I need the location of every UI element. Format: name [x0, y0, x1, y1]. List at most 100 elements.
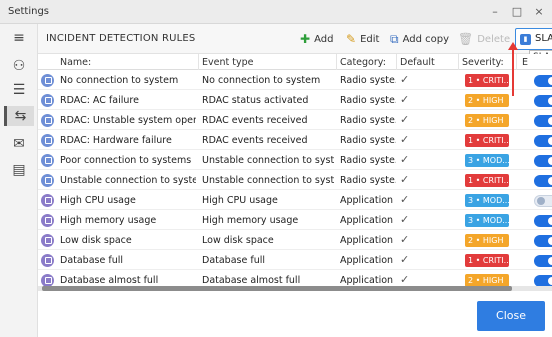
table-row[interactable]: High memory usage High memory usage Applic…	[38, 211, 552, 230]
col-severity-header[interactable]: Severity:	[462, 57, 504, 68]
sidebar: ≡ ⚇ ☰ ⇆ ✉ ▤	[0, 24, 38, 337]
event-type: Database almost full	[202, 275, 301, 286]
table-row[interactable]: Database full Database full Application ✓ 1 …	[38, 251, 552, 270]
default-check-icon: ✓	[400, 193, 410, 206]
rule-name: RDAC: Hardware failure	[60, 135, 172, 146]
delete-button[interactable]: 🗑 Delete	[458, 32, 510, 46]
event-type: High memory usage	[202, 215, 299, 226]
radio-system-icon	[41, 154, 54, 167]
table-row[interactable]: RDAC: AC failure RDAC status activated Rad…	[38, 91, 552, 110]
title-bar: Settings – □ ×	[0, 0, 552, 24]
table-row[interactable]: No connection to system No connection to …	[38, 71, 552, 90]
enabled-toggle[interactable]	[534, 215, 552, 227]
enabled-toggle[interactable]	[534, 135, 552, 147]
copy-icon: ⧉	[390, 32, 399, 46]
severity-badge: 2 • HIGH	[465, 114, 509, 127]
rule-name: Database full	[60, 255, 123, 266]
category: Radio syste...	[340, 135, 396, 146]
enabled-toggle[interactable]	[534, 155, 552, 167]
category: Radio syste...	[340, 175, 396, 186]
application-icon	[41, 214, 54, 227]
severity-badge: 1 • CRITI...	[465, 254, 509, 267]
category: Radio syste...	[340, 95, 396, 106]
table-row[interactable]: Poor connection to systems Unstable conne…	[38, 151, 552, 170]
col-event-header[interactable]: Event type	[202, 57, 253, 68]
enabled-toggle[interactable]	[534, 255, 552, 267]
enabled-toggle[interactable]	[534, 95, 552, 107]
table-row[interactable]: RDAC: Hardware failure RDAC events receiv…	[38, 131, 552, 150]
hierarchy-icon[interactable]: ⚇	[9, 56, 29, 76]
table-row[interactable]: Database almost full Database almost full…	[38, 271, 552, 286]
table-row[interactable]: Low disk space Low disk space Application ✓…	[38, 231, 552, 250]
severity-badge: 3 • MOD...	[465, 214, 509, 227]
default-check-icon: ✓	[400, 73, 410, 86]
comment-icon[interactable]: ▤	[9, 160, 29, 180]
rule-name: RDAC: AC failure	[60, 95, 139, 106]
list-icon[interactable]: ☰	[9, 80, 29, 100]
minimize-button[interactable]: –	[486, 3, 504, 21]
rule-name: RDAC: Unstable system operat	[60, 115, 196, 126]
toolbar: INCIDENT DETECTION RULES ✚ Add ✎ Edit ⧉ Add…	[38, 24, 552, 54]
category: Application	[340, 235, 394, 246]
event-type: Unstable connection to syst...	[202, 155, 334, 166]
rule-name: High CPU usage	[60, 195, 136, 206]
application-icon	[41, 254, 54, 267]
enabled-toggle[interactable]	[534, 115, 552, 127]
col-default-header[interactable]: Default	[400, 57, 435, 68]
col-name-header[interactable]: Name:	[60, 57, 91, 68]
scrollbar-thumb[interactable]	[42, 286, 512, 291]
enabled-toggle[interactable]	[534, 75, 552, 87]
sla-button[interactable]: ▮ SLA	[515, 28, 552, 50]
application-icon	[41, 274, 54, 286]
rule-name: Low disk space	[60, 235, 132, 246]
enabled-toggle[interactable]	[534, 275, 552, 286]
severity-badge: 2 • HIGH	[465, 94, 509, 107]
trash-icon: 🗑	[458, 32, 474, 46]
add-copy-button[interactable]: ⧉ Add copy	[390, 32, 449, 47]
edit-button[interactable]: ✎ Edit	[346, 32, 379, 46]
rules-table: Name: Event type Category: Default Sever…	[38, 54, 552, 286]
col-category-header[interactable]: Category:	[340, 57, 386, 68]
table-row[interactable]: RDAC: Unstable system operat RDAC events …	[38, 111, 552, 130]
menu-icon[interactable]: ≡	[9, 28, 29, 48]
enabled-toggle[interactable]	[534, 195, 552, 207]
event-type: RDAC events received	[202, 115, 308, 126]
close-button[interactable]: Close	[477, 301, 545, 331]
horizontal-scrollbar[interactable]	[38, 286, 552, 291]
mail-icon[interactable]: ✉	[9, 134, 29, 154]
radio-system-icon	[41, 134, 54, 147]
application-icon	[41, 234, 54, 247]
plus-icon: ✚	[300, 32, 311, 46]
page-title: INCIDENT DETECTION RULES	[46, 33, 196, 44]
rule-name: Unstable connection to systen	[60, 175, 196, 186]
category: Radio syste...	[340, 75, 396, 86]
event-type: RDAC status activated	[202, 95, 309, 106]
table-row[interactable]: Unstable connection to systen Unstable co…	[38, 171, 552, 190]
rule-name: No connection to system	[60, 75, 179, 86]
add-button[interactable]: ✚ Add	[300, 32, 333, 46]
category: Radio syste...	[340, 155, 396, 166]
default-check-icon: ✓	[400, 153, 410, 166]
rules-icon[interactable]: ⇆	[4, 106, 34, 126]
enabled-toggle[interactable]	[534, 235, 552, 247]
severity-badge: 3 • MOD...	[465, 154, 509, 167]
default-check-icon: ✓	[400, 133, 410, 146]
col-enabled-header[interactable]: E	[522, 57, 528, 68]
annotation-arrow	[512, 46, 514, 96]
category: Application	[340, 275, 394, 286]
event-type: No connection to system	[202, 75, 321, 86]
application-icon	[41, 194, 54, 207]
category: Application	[340, 215, 394, 226]
window-title: Settings	[8, 6, 50, 17]
event-type: Unstable connection to syst...	[202, 175, 334, 186]
maximize-button[interactable]: □	[508, 3, 526, 21]
severity-badge: 1 • CRITI...	[465, 134, 509, 147]
close-window-button[interactable]: ×	[530, 3, 548, 21]
severity-badge: 2 • HIGH	[465, 234, 509, 247]
event-type: Database full	[202, 255, 265, 266]
pencil-icon: ✎	[346, 32, 357, 46]
event-type: RDAC events received	[202, 135, 308, 146]
enabled-toggle[interactable]	[534, 175, 552, 187]
rule-name: Poor connection to systems	[60, 155, 192, 166]
table-row[interactable]: High CPU usage High CPU usage Application ✓…	[38, 191, 552, 210]
